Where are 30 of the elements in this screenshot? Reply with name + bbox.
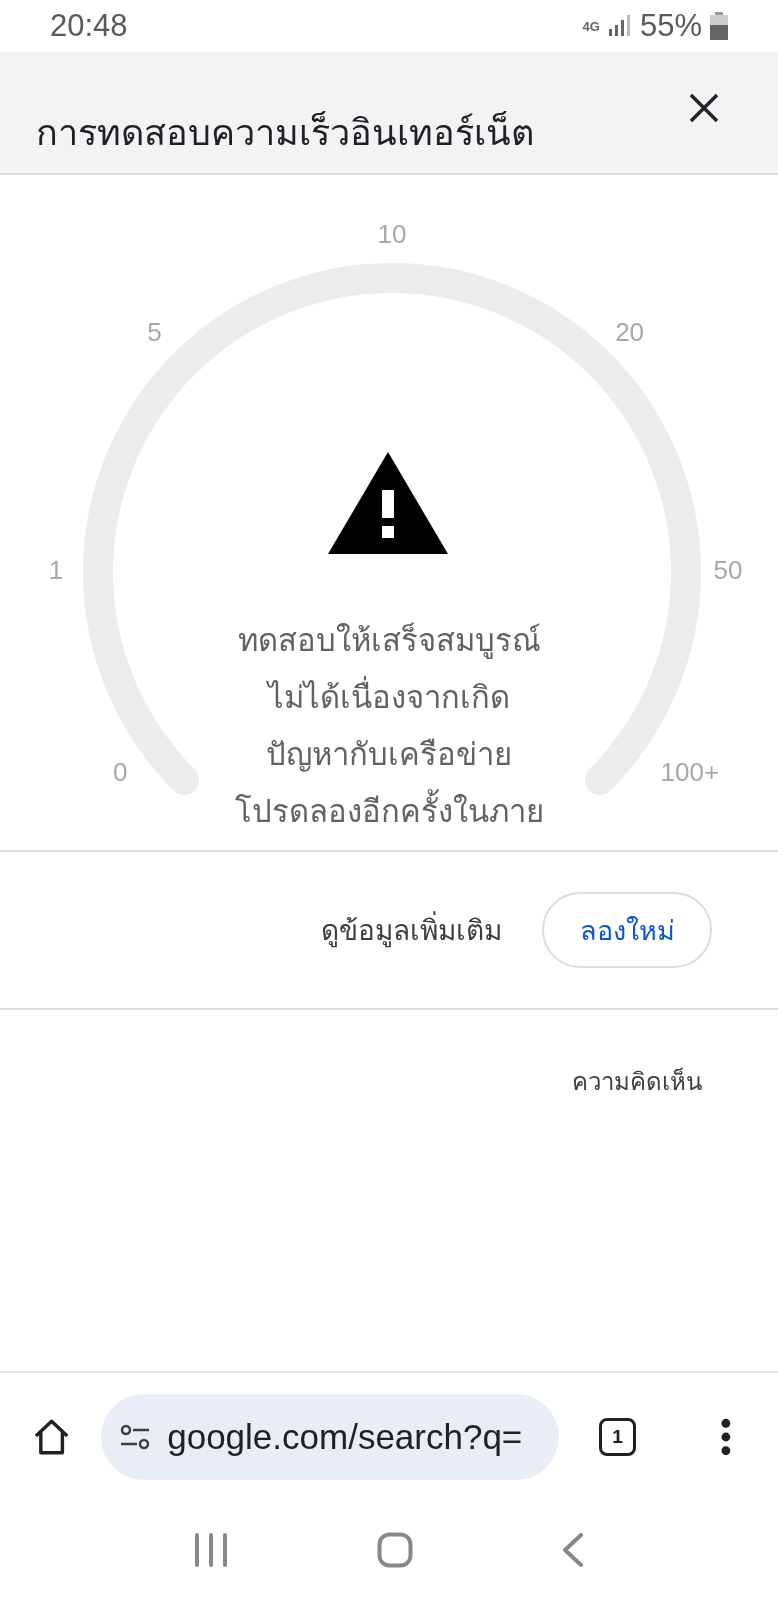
gauge-tick-label: 100+ (660, 756, 720, 787)
gauge-tick-label: 20 (615, 317, 645, 348)
dialog-title: การทดสอบความเร็วอินเทอร์เน็ต (36, 110, 534, 155)
site-settings-icon[interactable] (119, 1423, 152, 1450)
warning-icon (328, 452, 448, 554)
back-icon[interactable] (561, 1533, 584, 1567)
address-bar[interactable]: google.com/search?q= (101, 1393, 559, 1480)
tab-count-button[interactable]: 1 (598, 1417, 637, 1456)
gauge-tick-label: 1 (48, 554, 64, 585)
status-time: 20:48 (50, 8, 128, 44)
signal-icon (607, 15, 632, 37)
network-type: 4G (582, 18, 600, 34)
retry-button[interactable]: ลองใหม่ (542, 892, 712, 968)
more-menu-icon[interactable] (720, 1416, 732, 1457)
gauge-tick-label: 10 (377, 218, 407, 249)
error-message: ไม่ได้เนื่องจากเกิด (268, 669, 510, 726)
recent-apps-icon[interactable] (194, 1533, 229, 1567)
error-message: โปรดลองอีกครั้งในภาย (234, 783, 544, 840)
more-info-link[interactable]: ดูข้อมูลเพิ่มเติม (321, 908, 502, 952)
close-icon[interactable] (688, 92, 720, 124)
home-nav-icon[interactable] (377, 1532, 413, 1568)
url-text: google.com/search?q= (167, 1416, 523, 1457)
gauge-tick-label: 0 (112, 756, 128, 787)
gauge-tick-label: 5 (147, 317, 162, 348)
error-message: ทดสอบให้เสร็จสมบูรณ์ (237, 621, 541, 661)
error-message: ปัญหากับเครือข่าย (266, 736, 512, 774)
feedback-link[interactable]: ความคิดเห็น (572, 1062, 702, 1101)
battery-icon (710, 12, 728, 40)
gauge-tick-label: 50 (713, 554, 743, 585)
battery-percent: 55% (639, 8, 702, 44)
